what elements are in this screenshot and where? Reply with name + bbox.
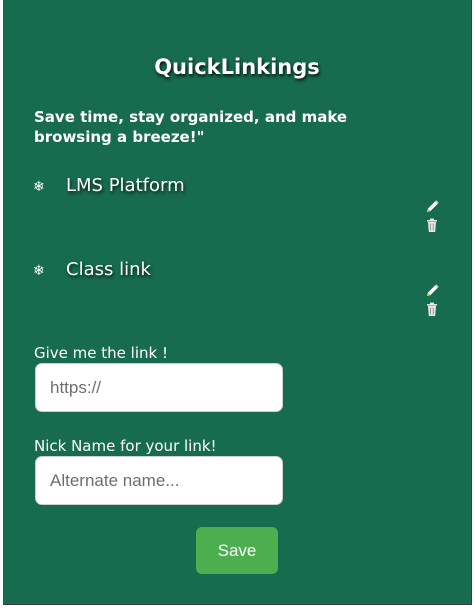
snowflake-icon: ❄	[33, 263, 45, 279]
saved-link-item: ❄ Class link	[3, 257, 471, 317]
tagline: Save time, stay organized, and make brow…	[34, 108, 348, 146]
nickname-input[interactable]	[35, 456, 283, 505]
save-button[interactable]: Save	[196, 527, 278, 574]
saved-link-name[interactable]: Class link	[66, 257, 151, 283]
trash-icon[interactable]	[424, 301, 440, 319]
pencil-icon[interactable]	[424, 199, 440, 217]
link-url-input[interactable]	[35, 363, 283, 412]
saved-link-name[interactable]: LMS Platform	[66, 173, 185, 199]
extension-popup: QuickLinkings Save time, stay organized,…	[3, 0, 472, 605]
nickname-field-label: Nick Name for your link!	[34, 437, 217, 455]
trash-icon[interactable]	[424, 217, 440, 235]
saved-link-item: ❄ LMS Platform	[3, 173, 471, 233]
pencil-icon[interactable]	[424, 283, 440, 301]
snowflake-icon: ❄	[33, 179, 45, 195]
app-title: QuickLinkings	[154, 55, 320, 79]
link-actions	[424, 199, 442, 235]
link-actions	[424, 283, 442, 319]
link-field-label: Give me the link !	[34, 344, 168, 362]
